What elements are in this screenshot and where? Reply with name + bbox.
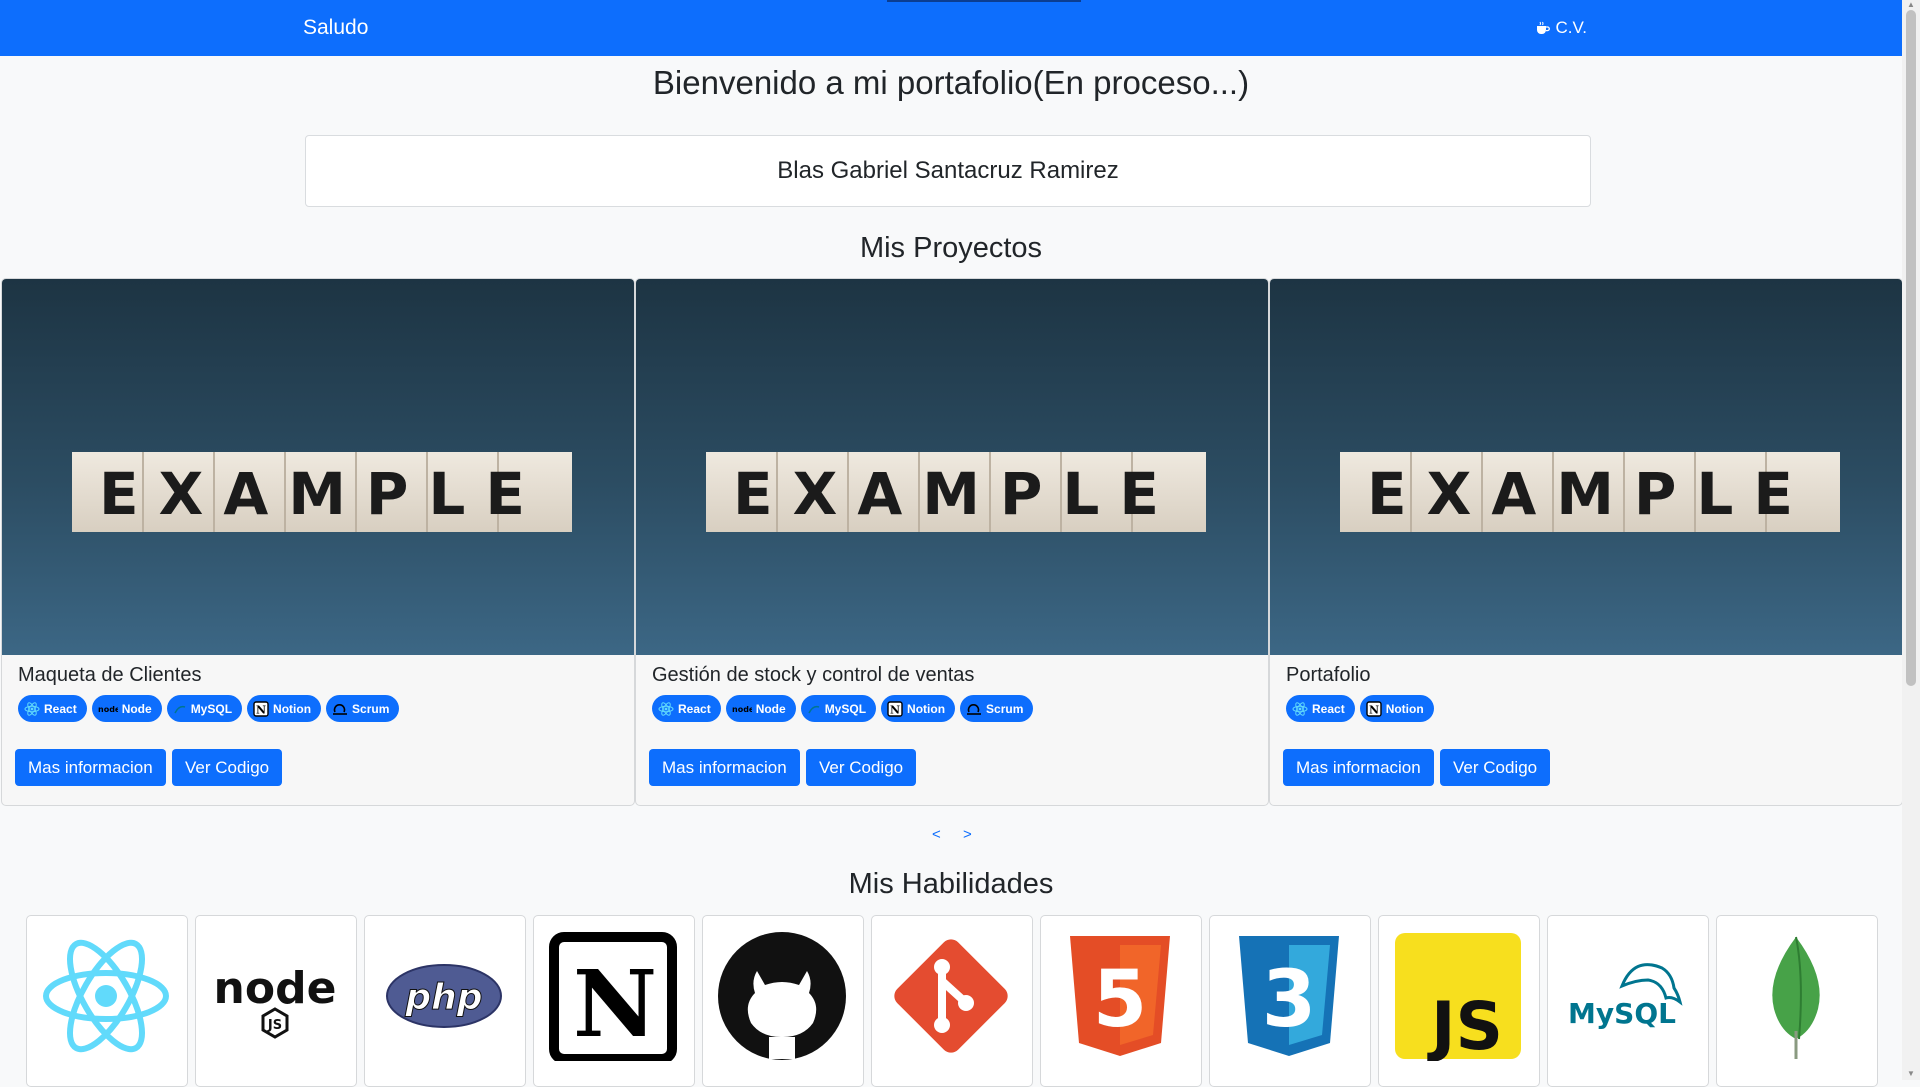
more-info-button[interactable]: Mas informacion bbox=[1283, 749, 1434, 786]
projects-title: Mis Proyectos bbox=[859, 232, 1043, 264]
skill-card-javascript: JS bbox=[1378, 915, 1540, 1087]
skill-card-mysql: MySQL bbox=[1547, 915, 1709, 1087]
project-card: EXAMPLE Maqueta de Clientes React nodeNo… bbox=[1, 278, 635, 806]
page-title: Bienvenido a mi portafolio(En proceso...… bbox=[652, 64, 1250, 101]
html5-icon: 5 bbox=[1070, 936, 1170, 1056]
svg-text:php: php bbox=[404, 977, 482, 1018]
notion-icon: N bbox=[549, 932, 677, 1061]
view-code-button[interactable]: Ver Codigo bbox=[172, 749, 283, 786]
scrum-icon bbox=[333, 703, 348, 715]
project-title: Maqueta de Clientes bbox=[18, 664, 202, 686]
more-info-button[interactable]: Mas informacion bbox=[15, 749, 166, 786]
project-image: EXAMPLE bbox=[636, 279, 1268, 655]
badge-mysql: MySQL bbox=[800, 695, 877, 722]
carousel-prev-button[interactable]: < bbox=[932, 826, 941, 843]
skill-card-notion: N bbox=[533, 915, 695, 1087]
skill-card-php: php bbox=[364, 915, 526, 1087]
badge-notion: N Notion bbox=[881, 695, 956, 722]
page-scrollbar[interactable]: ▲ ▼ bbox=[1902, 0, 1920, 1080]
scroll-down-arrow[interactable]: ▼ bbox=[1906, 1070, 1916, 1078]
mysql-icon bbox=[808, 705, 819, 713]
javascript-icon: JS bbox=[1395, 933, 1521, 1061]
image-caption: EXAMPLE bbox=[1367, 460, 1813, 528]
mysql-icon bbox=[174, 705, 185, 713]
scrollbar-thumb[interactable] bbox=[1906, 10, 1916, 686]
project-title: Portafolio bbox=[1286, 664, 1371, 686]
view-code-button[interactable]: Ver Codigo bbox=[1440, 749, 1551, 786]
svg-text:JS: JS bbox=[267, 1018, 282, 1033]
cv-label: C.V. bbox=[1555, 18, 1587, 37]
project-image: EXAMPLE bbox=[2, 279, 634, 655]
project-title: Gestión de stock y control de ventas bbox=[652, 664, 975, 686]
svg-text:node: node bbox=[98, 705, 118, 714]
tech-badges: React nodeNode MySQL NNotion Scrum bbox=[652, 695, 1034, 722]
svg-text:MySQL: MySQL bbox=[1568, 997, 1676, 1030]
badge-react: React bbox=[18, 695, 87, 722]
svg-text:node: node bbox=[732, 705, 752, 714]
react-icon bbox=[658, 701, 674, 716]
image-caption: EXAMPLE bbox=[99, 460, 545, 528]
svg-text:JS: JS bbox=[1427, 988, 1503, 1061]
image-caption: EXAMPLE bbox=[733, 460, 1179, 528]
tech-badges: React nodeNode MySQL NNotion Scrum bbox=[18, 695, 400, 722]
nodejs-icon: node JS bbox=[214, 963, 337, 1039]
git-icon bbox=[894, 939, 1008, 1053]
navbar: Saludo C.V. bbox=[0, 0, 1902, 56]
php-icon: php bbox=[386, 964, 502, 1028]
svg-text:3: 3 bbox=[1262, 955, 1316, 1045]
skill-card-git bbox=[871, 915, 1033, 1087]
badge-scrum: Scrum bbox=[326, 695, 400, 722]
badge-react: React bbox=[652, 695, 721, 722]
nav-active-indicator bbox=[887, 0, 1081, 2]
notion-icon: N bbox=[253, 700, 269, 717]
mongodb-icon bbox=[1772, 936, 1820, 1059]
svg-text:N: N bbox=[573, 950, 657, 1058]
name-card: Blas Gabriel Santacruz Ramirez bbox=[305, 135, 1591, 207]
cv-link[interactable]: C.V. bbox=[1536, 18, 1587, 38]
skill-card-mongodb bbox=[1716, 915, 1878, 1087]
coffee-icon bbox=[1536, 21, 1551, 35]
nodejs-icon: node bbox=[732, 705, 752, 714]
badge-scrum: Scrum bbox=[960, 695, 1034, 722]
skill-card-github bbox=[702, 915, 864, 1087]
tech-badges: React N Notion bbox=[1286, 695, 1434, 722]
skill-card-nodejs: node JS bbox=[195, 915, 357, 1087]
svg-text:node: node bbox=[214, 963, 337, 1014]
mysql-icon: MySQL bbox=[1568, 963, 1683, 1030]
badge-notion: N Notion bbox=[1359, 695, 1434, 722]
project-card: EXAMPLE Gestión de stock y control de ve… bbox=[635, 278, 1269, 806]
svg-text:5: 5 bbox=[1093, 955, 1147, 1045]
css3-icon: 3 bbox=[1239, 936, 1339, 1056]
project-image: EXAMPLE bbox=[1270, 279, 1902, 655]
react-icon bbox=[43, 939, 169, 1053]
badge-node: nodeNode bbox=[725, 695, 796, 722]
view-code-button[interactable]: Ver Codigo bbox=[806, 749, 917, 786]
scroll-up-arrow[interactable]: ▲ bbox=[1906, 1, 1916, 9]
badge-react: React bbox=[1286, 695, 1355, 722]
notion-icon: N bbox=[887, 700, 903, 717]
more-info-button[interactable]: Mas informacion bbox=[649, 749, 800, 786]
nodejs-icon: node bbox=[98, 705, 118, 714]
project-card: EXAMPLE Portafolio React N Notion Mas inf… bbox=[1269, 278, 1903, 806]
badge-notion: N Notion bbox=[247, 695, 322, 722]
github-icon bbox=[718, 932, 846, 1060]
skills-title: Mis Habilidades bbox=[848, 868, 1054, 900]
carousel-next-button[interactable]: > bbox=[963, 826, 972, 843]
nav-brand-saludo[interactable]: Saludo bbox=[303, 16, 368, 40]
svg-text:N: N bbox=[1369, 703, 1379, 716]
notion-icon: N bbox=[1365, 700, 1382, 717]
skill-card-css3: 3 bbox=[1209, 915, 1371, 1087]
badge-node: nodeNode bbox=[91, 695, 162, 722]
skill-card-react bbox=[26, 915, 188, 1087]
skill-card-html5: 5 bbox=[1040, 915, 1202, 1087]
scrum-icon bbox=[967, 703, 982, 715]
badge-mysql: MySQL bbox=[166, 695, 243, 722]
react-icon bbox=[24, 701, 40, 716]
owner-name: Blas Gabriel Santacruz Ramirez bbox=[777, 157, 1119, 184]
react-icon bbox=[1292, 701, 1308, 716]
svg-text:N: N bbox=[256, 703, 266, 716]
svg-text:N: N bbox=[890, 703, 900, 716]
